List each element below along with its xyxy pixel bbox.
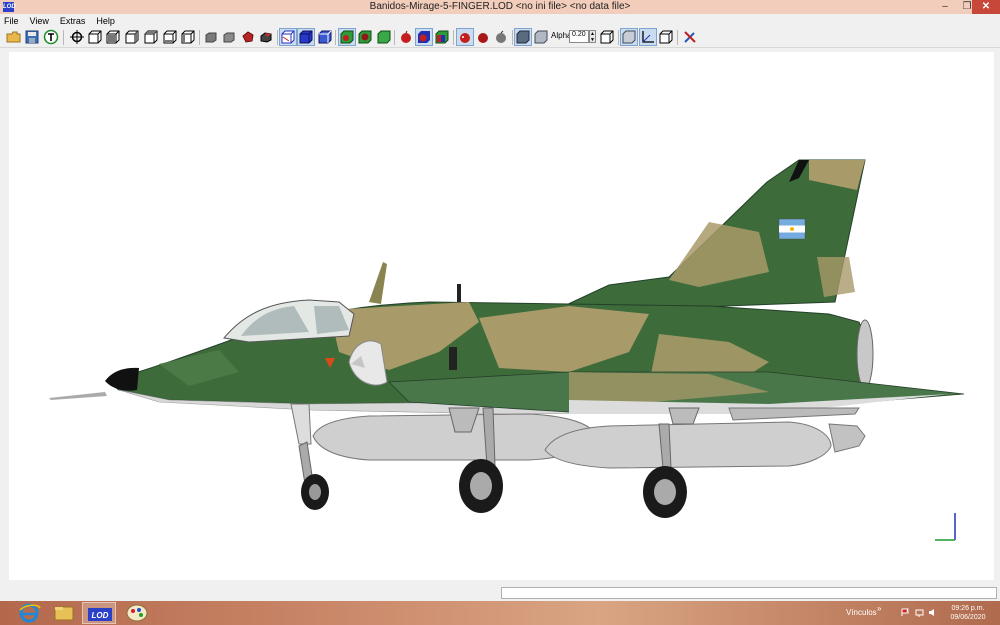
minimize-button[interactable]: – <box>934 0 956 14</box>
volume-icon[interactable] <box>928 608 937 617</box>
engine-nozzle <box>856 319 874 389</box>
file-explorer-icon[interactable] <box>47 602 81 624</box>
menu-view[interactable]: View <box>30 16 49 26</box>
close-button[interactable]: ✕ <box>972 0 1000 14</box>
cube-view-bottom-icon[interactable] <box>180 29 196 45</box>
cube-view-left-icon[interactable] <box>124 29 140 45</box>
red-blue-cube-icon[interactable] <box>415 28 433 46</box>
tank-fin <box>828 423 866 453</box>
alpha-cube-icon-1[interactable] <box>514 28 532 46</box>
red-apple-icon-2[interactable] <box>456 28 474 46</box>
red-block-icon[interactable] <box>240 29 256 45</box>
menu-extras[interactable]: Extras <box>60 16 86 26</box>
tray-expand-icon[interactable]: » <box>877 604 881 613</box>
alpha-cube-icon-3[interactable] <box>599 29 615 45</box>
grey-apple-icon[interactable] <box>493 29 509 45</box>
menu-file[interactable]: File <box>4 16 19 26</box>
argentina-flag-sun <box>790 227 794 231</box>
status-bar <box>0 586 1000 601</box>
clock-date: 09/06/2020 <box>950 614 986 621</box>
grey-block-icon-2[interactable] <box>221 29 237 45</box>
alpha-cube-icon-2[interactable] <box>533 29 549 45</box>
alpha-cube-icon-4[interactable] <box>620 28 638 46</box>
red-apple-icon-3[interactable] <box>475 29 491 45</box>
render-cube-icon-2[interactable] <box>357 29 373 45</box>
nose-cone <box>105 367 139 391</box>
window-title: Banidos-Mirage-5-FINGER.LOD <no ini file… <box>369 1 631 12</box>
toolbar: Alpha: 0.20 ▲ ▼ <box>0 27 1000 48</box>
lod-viewer-taskbar-button[interactable]: LOD <box>82 602 116 624</box>
cube-view-right-icon[interactable] <box>143 29 159 45</box>
network-icon[interactable] <box>915 608 924 617</box>
windows-taskbar: LOD Vínculos » 09:26 p.m. 09/06/2020 <box>0 601 1000 625</box>
nose-wheel-hub <box>309 484 321 500</box>
system-clock[interactable]: 09:26 p.m. 09/06/2020 <box>944 604 992 622</box>
alpha-input[interactable]: 0.20 <box>569 30 589 43</box>
grey-block-icon-1[interactable] <box>203 29 219 45</box>
render-cube-icon-3[interactable] <box>376 29 392 45</box>
zoom-crosshair-icon[interactable] <box>69 29 85 45</box>
dark-block-icon[interactable] <box>258 29 274 45</box>
cube-view-back-icon[interactable] <box>105 29 121 45</box>
status-field <box>501 587 997 599</box>
tray-links-label[interactable]: Vínculos <box>846 608 877 617</box>
save-disk-icon[interactable] <box>24 29 40 45</box>
menu-bar: File View Extras Help <box>0 14 1000 27</box>
dorsal-antenna <box>369 262 387 304</box>
text-t-icon[interactable] <box>43 29 59 45</box>
render-cube-icon-1[interactable] <box>338 28 356 46</box>
svg-text:LOD: LOD <box>92 611 109 620</box>
open-folder-icon[interactable] <box>6 29 22 45</box>
title-bar: LOD Banidos-Mirage-5-FINGER.LOD <no ini … <box>0 0 1000 14</box>
internet-explorer-icon[interactable] <box>12 602 46 624</box>
main-wheel-right-hub <box>654 479 676 505</box>
solid-cube-icon[interactable] <box>297 28 315 46</box>
mixed-cube-icon[interactable] <box>434 29 450 45</box>
nose-gear-door <box>290 403 312 445</box>
spin-down-icon[interactable]: ▼ <box>590 37 595 43</box>
shaded-cube-icon[interactable] <box>317 29 333 45</box>
wire-cube-icon[interactable] <box>279 28 297 46</box>
menu-help[interactable]: Help <box>96 16 115 26</box>
tools-icon[interactable] <box>682 29 698 45</box>
fuel-tank-right <box>544 421 832 469</box>
cube-view-top-icon[interactable] <box>162 29 178 45</box>
paint-icon[interactable] <box>120 602 154 624</box>
cube-view-front-icon[interactable] <box>87 29 103 45</box>
wing-pylon-rail <box>728 407 860 421</box>
aircraft-model-render <box>49 159 965 541</box>
clock-time: 09:26 p.m. <box>951 605 985 612</box>
red-apple-icon-1[interactable] <box>398 29 414 45</box>
main-wheel-left-hub <box>470 472 492 500</box>
alpha-spinner[interactable]: ▲ ▼ <box>589 30 596 43</box>
dorsal-probe <box>457 284 461 302</box>
fuselage-vent <box>449 347 457 370</box>
axes-icon[interactable] <box>639 28 657 46</box>
box-cube-icon[interactable] <box>658 29 674 45</box>
model-viewport[interactable] <box>9 52 994 580</box>
action-center-flag-icon[interactable] <box>901 608 910 617</box>
pylon-right <box>668 407 700 425</box>
pitot-probe <box>49 392 107 400</box>
